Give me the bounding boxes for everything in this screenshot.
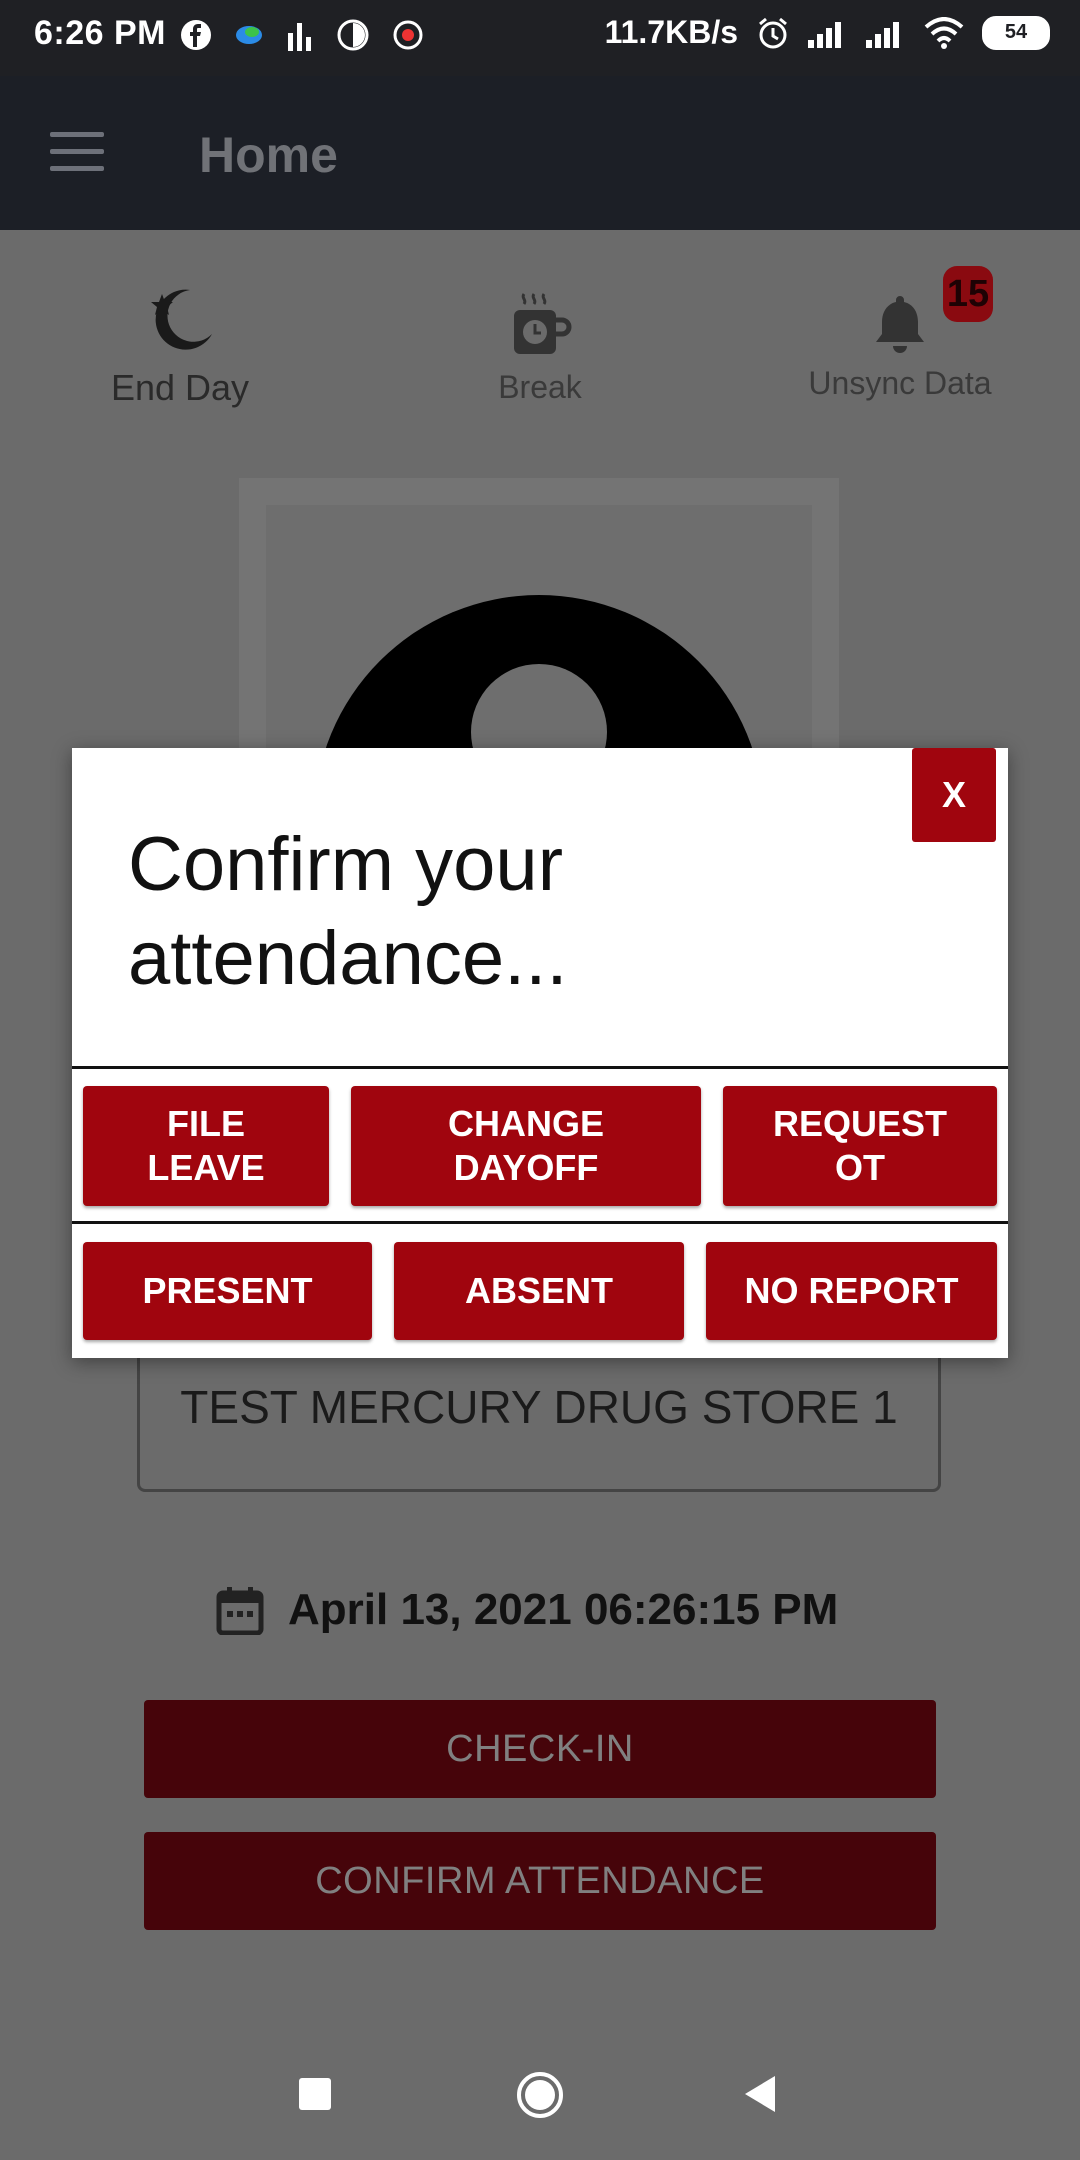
app-icon: [236, 26, 262, 44]
home-icon[interactable]: [515, 2070, 565, 2120]
break-label: Break: [498, 369, 582, 405]
datetime-row: April 13, 2021 06:26:15 PM: [216, 1585, 838, 1635]
net-speed: 11.7KB/s: [604, 14, 738, 50]
signal-icon: [808, 21, 841, 48]
present-button[interactable]: PRESENT: [83, 1242, 372, 1340]
dialog-divider: [72, 1066, 1008, 1069]
status-left-icons: [180, 18, 424, 52]
status-right: 11.7KB/s 54: [605, 14, 1050, 51]
facebook-icon: [181, 20, 211, 50]
status-bar: 6:26 PM 11.7KB/s 54: [0, 0, 1080, 76]
check-in-button[interactable]: CHECK-IN: [144, 1700, 936, 1798]
battery-icon: 54: [982, 15, 1050, 50]
calendar-icon: [216, 1587, 264, 1635]
file-leave-button[interactable]: FILE LEAVE: [83, 1086, 329, 1206]
alarm-icon: [759, 17, 787, 48]
request-ot-button[interactable]: REQUEST OT: [723, 1086, 997, 1206]
back-icon[interactable]: [743, 2074, 777, 2114]
end-day-label: End Day: [110, 367, 250, 408]
close-button[interactable]: X: [912, 748, 996, 842]
unsync-label: Unsync Data: [808, 365, 992, 401]
datetime-text: April 13, 2021 06:26:15 PM: [288, 1585, 839, 1634]
confirm-attendance-button[interactable]: CONFIRM ATTENDANCE: [144, 1832, 936, 1930]
dialog-title: Confirm your attendance...: [128, 822, 568, 1001]
unsync-count-badge: 15: [943, 266, 993, 322]
confirm-attendance-dialog: X Confirm your attendance... FILE LEAVE …: [72, 748, 1008, 1358]
break-button[interactable]: Break: [460, 290, 620, 406]
bell-icon: [876, 296, 924, 353]
end-day-button[interactable]: End Day: [100, 284, 260, 409]
page-title: Home: [199, 127, 338, 183]
dialog-divider: [72, 1221, 1008, 1224]
change-dayoff-button[interactable]: CHANGE DAYOFF: [351, 1086, 701, 1206]
record-icon: [393, 20, 423, 50]
app-toolbar: Home: [0, 76, 1080, 230]
wifi-icon: [924, 16, 964, 49]
menu-icon[interactable]: [50, 132, 104, 172]
recents-icon[interactable]: [299, 2078, 331, 2110]
status-time: 6:26 PM: [34, 14, 166, 52]
no-report-button[interactable]: NO REPORT: [706, 1242, 997, 1340]
system-nav-bar: [0, 2030, 1080, 2160]
signal-icon: [866, 21, 899, 48]
coffee-icon: [514, 293, 572, 354]
absent-button[interactable]: ABSENT: [394, 1242, 684, 1340]
timer-icon: [337, 19, 369, 51]
moon-icon: [151, 289, 212, 350]
stats-icon: [288, 23, 311, 51]
